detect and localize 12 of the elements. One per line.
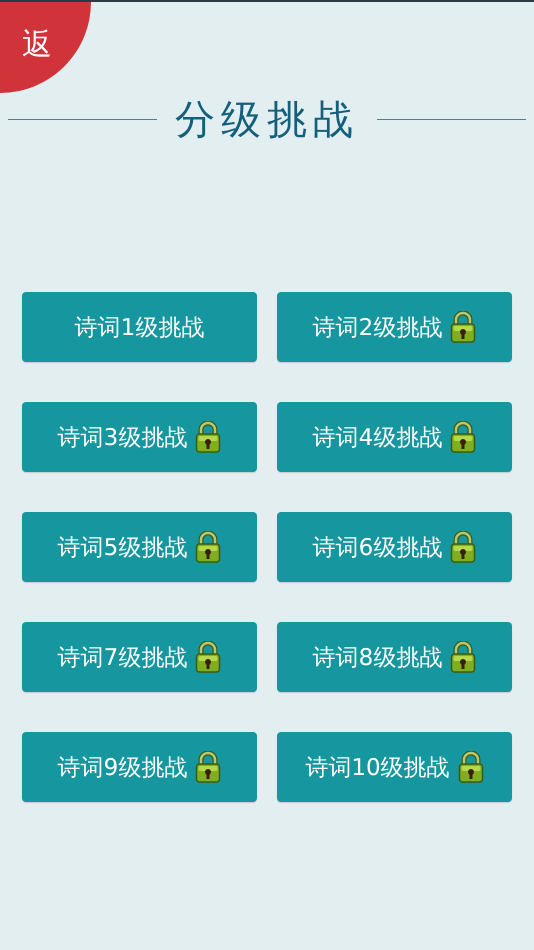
level-button[interactable]: 诗词5级挑战 xyxy=(22,512,257,582)
back-button[interactable]: 返 xyxy=(0,2,91,93)
level-button[interactable]: 诗词3级挑战 xyxy=(22,402,257,472)
level-button[interactable]: 诗词10级挑战 xyxy=(277,732,512,802)
level-button[interactable]: 诗词7级挑战 xyxy=(22,622,257,692)
level-button[interactable]: 诗词6级挑战 xyxy=(277,512,512,582)
level-button[interactable]: 诗词9级挑战 xyxy=(22,732,257,802)
level-button[interactable]: 诗词8级挑战 xyxy=(277,622,512,692)
level-button[interactable]: 诗词2级挑战 xyxy=(277,292,512,362)
page-title: 分级挑战 xyxy=(175,96,359,144)
level-button[interactable]: 诗词4级挑战 xyxy=(277,402,512,472)
level-button[interactable]: 诗词1级挑战 xyxy=(22,292,257,362)
